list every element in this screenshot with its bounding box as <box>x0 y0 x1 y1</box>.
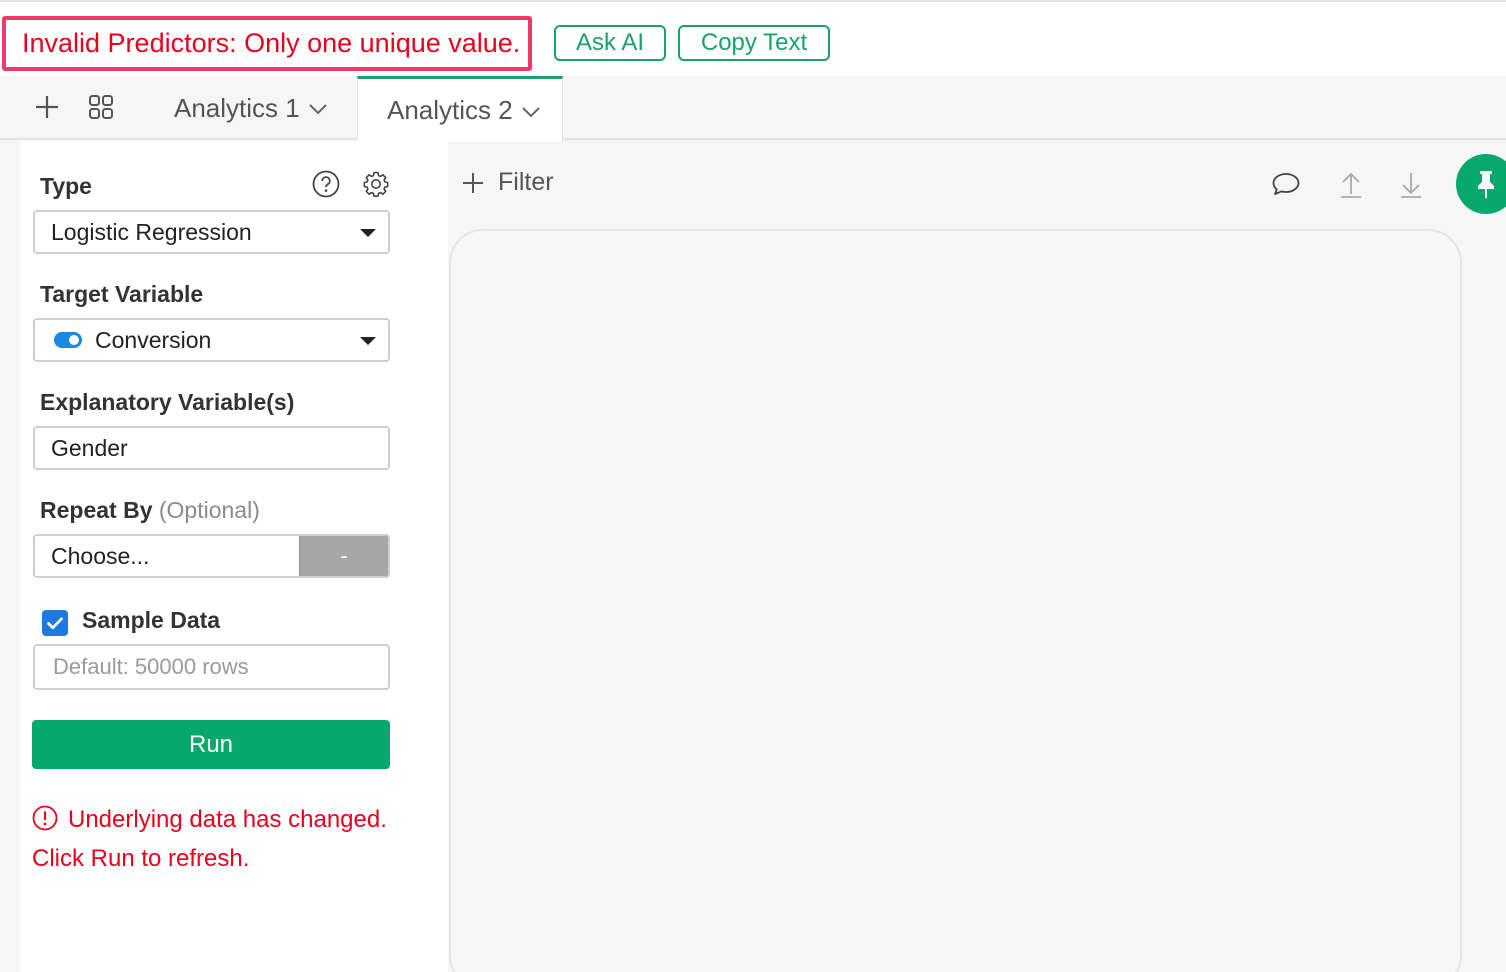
gear-icon[interactable] <box>361 169 391 199</box>
tab-analytics-1[interactable]: Analytics 1 <box>174 76 328 140</box>
upload-icon[interactable] <box>1336 170 1366 200</box>
copy-text-label: Copy Text <box>700 29 808 56</box>
download-icon[interactable] <box>1396 170 1426 200</box>
error-text: Invalid Predictors: Only one unique valu… <box>22 28 521 58</box>
chart-canvas <box>449 229 1462 972</box>
copy-text-button[interactable]: Copy Text <box>678 25 830 61</box>
error-bar: Invalid Predictors: Only one unique valu… <box>0 0 1506 76</box>
refresh-warning: Underlying data has changed. Click Run t… <box>32 800 412 878</box>
pin-button[interactable] <box>1456 154 1506 214</box>
filter-label: Filter <box>498 168 554 196</box>
run-button[interactable]: Run <box>32 720 390 769</box>
tab-bar: Analytics 1 Analytics 2 <box>0 76 1506 142</box>
target-variable-label: Target Variable <box>40 281 204 307</box>
caret-down-icon <box>360 229 376 237</box>
optional-label: (Optional) <box>158 497 260 523</box>
repeat-by-options-button[interactable]: - <box>299 536 388 576</box>
alert-icon <box>32 805 58 831</box>
target-variable-value: Conversion <box>95 326 212 353</box>
toggle-icon <box>54 332 82 348</box>
pin-icon <box>1478 171 1494 199</box>
grid-icon <box>89 95 113 119</box>
repeat-by-value: Choose... <box>51 542 150 569</box>
chevron-down-icon[interactable] <box>521 106 541 118</box>
run-label: Run <box>188 730 234 758</box>
repeat-by-field: Choose... - <box>33 534 390 578</box>
repeat-by-text: Repeat By <box>40 497 153 523</box>
check-icon <box>47 617 63 630</box>
sample-data-checkbox[interactable] <box>42 610 68 636</box>
help-icon[interactable] <box>312 170 340 198</box>
tab-grid-button[interactable] <box>84 90 118 124</box>
plus-icon <box>36 96 58 118</box>
sample-data-label: Sample Data <box>82 607 221 633</box>
caret-down-icon <box>360 337 376 345</box>
type-label: Type <box>40 173 92 199</box>
target-variable-select[interactable]: Conversion <box>33 318 390 362</box>
tab-label: Analytics 1 <box>174 92 300 123</box>
add-filter-button[interactable]: Filter <box>462 168 554 197</box>
chevron-down-icon[interactable] <box>308 103 328 115</box>
repeat-by-button-label: - <box>340 543 348 568</box>
repeat-by-select[interactable]: Choose... <box>35 536 299 576</box>
explanatory-variables-label: Explanatory Variable(s) <box>40 389 295 415</box>
sample-rows-input[interactable] <box>33 644 390 690</box>
warning-text: Underlying data has changed. Click Run t… <box>32 806 387 872</box>
explanatory-variables-field[interactable]: Gender <box>33 426 390 470</box>
ask-ai-label: Ask AI <box>575 29 645 56</box>
type-value: Logistic Regression <box>51 218 252 245</box>
config-panel: Type Logistic Regression Target Variable… <box>20 140 448 972</box>
explanatory-variable-value: Gender <box>51 434 128 461</box>
error-message: Invalid Predictors: Only one unique valu… <box>2 16 533 71</box>
ask-ai-button[interactable]: Ask AI <box>554 25 666 61</box>
tab-analytics-2[interactable]: Analytics 2 <box>357 76 563 142</box>
add-tab-button[interactable] <box>30 90 64 124</box>
tab-label: Analytics 2 <box>387 95 513 125</box>
comment-icon[interactable] <box>1270 170 1302 200</box>
type-select[interactable]: Logistic Regression <box>33 210 390 254</box>
repeat-by-label: Repeat By (Optional) <box>40 497 260 524</box>
plus-icon <box>463 172 483 193</box>
